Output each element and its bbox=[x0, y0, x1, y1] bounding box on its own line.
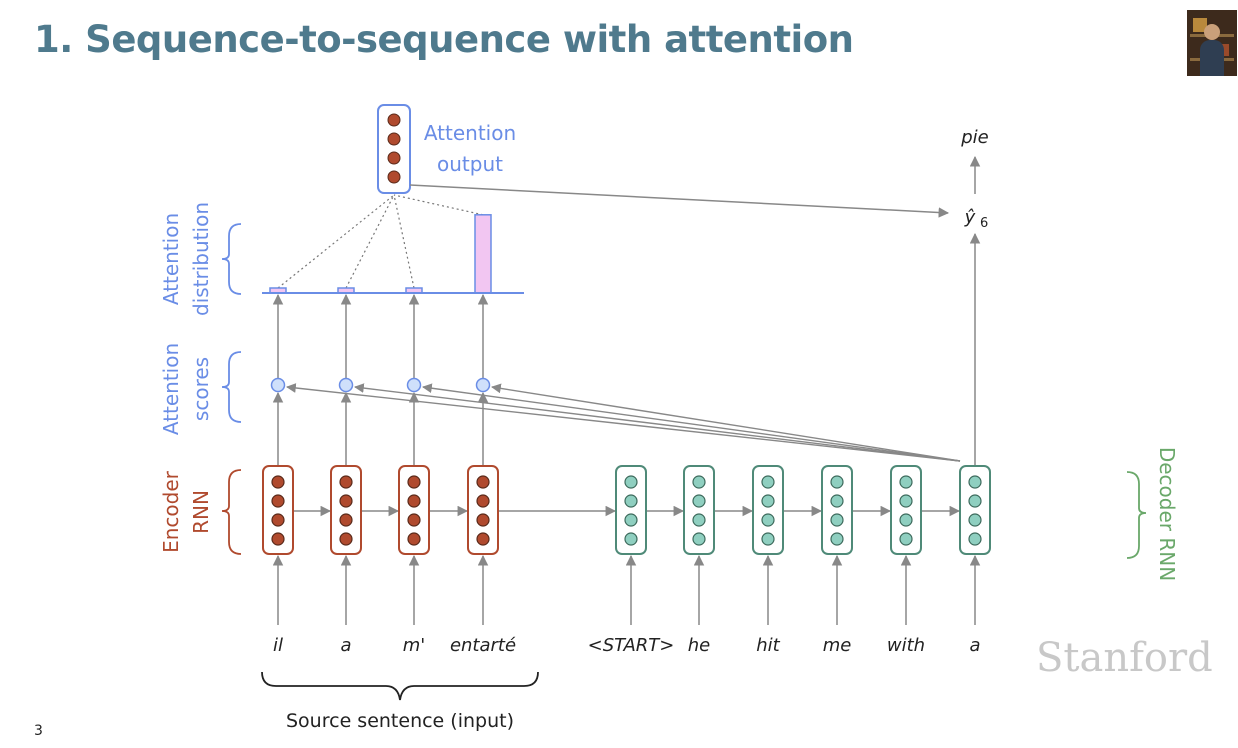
attention-output-label-line1: Attention bbox=[424, 121, 516, 145]
decoder-input-word: hit bbox=[756, 635, 780, 656]
encoder-hidden-state-unit bbox=[339, 494, 353, 508]
encoder-hidden-state-unit bbox=[476, 513, 490, 527]
decoder-hidden-state bbox=[615, 465, 647, 555]
encoder-hidden-state-unit bbox=[339, 513, 353, 527]
decoder-hidden-state-unit bbox=[624, 513, 638, 527]
encoder-rnn-label-line2: RNN bbox=[189, 490, 213, 534]
decoder-hidden-state-unit bbox=[692, 494, 706, 508]
attention-output-to-prediction-arrow bbox=[409, 184, 950, 218]
decoder-hidden-state-unit bbox=[761, 475, 775, 489]
decoder-to-score-arrow bbox=[491, 383, 961, 462]
source-word: il bbox=[273, 635, 283, 656]
decoder-hidden-state-unit bbox=[624, 475, 638, 489]
encoder-hidden-state-unit bbox=[271, 475, 285, 489]
attention-distribution-label-line2: distribution bbox=[189, 202, 213, 316]
decoder-hidden-state bbox=[683, 465, 715, 555]
encoder-hidden-state-unit bbox=[476, 475, 490, 489]
attention-output-label-line2: output bbox=[437, 152, 503, 176]
attention-scores-brace bbox=[221, 351, 242, 423]
encoder-hidden-state-unit bbox=[476, 494, 490, 508]
encoder-hidden-state-unit bbox=[476, 532, 490, 546]
decoder-input-word: a bbox=[969, 635, 980, 656]
encoder-hidden-state bbox=[398, 465, 430, 555]
decoder-hidden-state-unit bbox=[968, 475, 982, 489]
decoder-hidden-state-unit bbox=[624, 494, 638, 508]
attention-weighted-sum-line bbox=[393, 194, 415, 289]
source-word: m' bbox=[403, 635, 425, 656]
decoder-hidden-state-unit bbox=[968, 494, 982, 508]
decoder-hidden-state-unit bbox=[692, 475, 706, 489]
output-word-pie: pie bbox=[960, 127, 989, 148]
decoder-to-score-arrow bbox=[354, 383, 961, 462]
prediction-y-hat-6: ŷ 6 bbox=[964, 207, 989, 231]
source-word: entarté bbox=[450, 635, 516, 656]
encoder-hidden-state-unit bbox=[339, 475, 353, 489]
encoder-hidden-state-unit bbox=[271, 513, 285, 527]
decoder-to-score-arrow bbox=[286, 383, 961, 462]
attention-scores-label-line1: Attention bbox=[159, 343, 183, 435]
source-word: a bbox=[340, 635, 351, 656]
decoder-hidden-state-unit bbox=[899, 532, 913, 546]
decoder-hidden-state bbox=[752, 465, 784, 555]
decoder-hidden-state-unit bbox=[968, 532, 982, 546]
decoder-hidden-state-unit bbox=[692, 532, 706, 546]
decoder-hidden-state-unit bbox=[830, 513, 844, 527]
encoder-hidden-state-unit bbox=[271, 532, 285, 546]
page-number: 3 bbox=[34, 723, 43, 739]
attention-score-node bbox=[338, 377, 354, 393]
attention-distribution-label: Attention distribution bbox=[159, 202, 213, 316]
decoder-hidden-state-unit bbox=[761, 532, 775, 546]
encoder-hidden-state-unit bbox=[407, 532, 421, 546]
decoder-input-word: he bbox=[688, 635, 710, 656]
attention-output-vector bbox=[377, 104, 411, 194]
decoder-hidden-state-unit bbox=[899, 475, 913, 489]
decoder-hidden-state-unit bbox=[830, 475, 844, 489]
encoder-rnn-brace bbox=[221, 469, 242, 555]
attention-weight-bar bbox=[474, 214, 492, 294]
decoder-hidden-state-unit bbox=[830, 532, 844, 546]
encoder-hidden-state bbox=[262, 465, 294, 555]
decoder-input-word: with bbox=[887, 635, 925, 656]
decoder-hidden-state bbox=[890, 465, 922, 555]
decoder-to-score-arrow bbox=[422, 383, 961, 462]
attention-score-node bbox=[406, 377, 422, 393]
stanford-logo: Stanford bbox=[1036, 635, 1213, 681]
attention-score-node bbox=[270, 377, 286, 393]
encoder-hidden-state-unit bbox=[271, 494, 285, 508]
attention-distribution-label-line1: Attention bbox=[159, 213, 183, 305]
decoder-hidden-state-unit bbox=[761, 494, 775, 508]
decoder-hidden-state-unit bbox=[899, 513, 913, 527]
decoder-hidden-state bbox=[959, 465, 991, 555]
prediction-symbol: ŷ bbox=[964, 207, 976, 228]
attention-scores-label-line2: scores bbox=[189, 357, 213, 421]
source-sentence-brace bbox=[261, 671, 539, 701]
encoder-rnn-label: Encoder RNN bbox=[159, 470, 213, 553]
attention-weighted-sum-line bbox=[277, 194, 395, 289]
decoder-input-word: <START> bbox=[588, 635, 675, 656]
decoder-hidden-state-unit bbox=[968, 513, 982, 527]
decoder-rnn-brace bbox=[1126, 471, 1147, 559]
encoder-hidden-state-unit bbox=[407, 513, 421, 527]
attention-weighted-sum-line bbox=[345, 194, 395, 289]
decoder-hidden-state-unit bbox=[830, 494, 844, 508]
encoder-hidden-state bbox=[467, 465, 499, 555]
encoder-hidden-state bbox=[330, 465, 362, 555]
decoder-hidden-state-unit bbox=[624, 532, 638, 546]
decoder-hidden-state bbox=[821, 465, 853, 555]
attention-distribution-brace bbox=[221, 223, 242, 295]
encoder-hidden-state-unit bbox=[407, 475, 421, 489]
decoder-hidden-state-unit bbox=[692, 513, 706, 527]
decoder-rnn-label: Decoder RNN bbox=[1155, 447, 1179, 581]
encoder-hidden-state-unit bbox=[407, 494, 421, 508]
attention-scores-label: Attention scores bbox=[159, 343, 213, 435]
source-sentence-label: Source sentence (input) bbox=[286, 710, 514, 732]
attention-score-node bbox=[475, 377, 491, 393]
prediction-subscript: 6 bbox=[980, 216, 988, 231]
decoder-hidden-state-unit bbox=[899, 494, 913, 508]
decoder-hidden-state-unit bbox=[761, 513, 775, 527]
encoder-hidden-state-unit bbox=[339, 532, 353, 546]
attention-weighted-sum-line bbox=[393, 194, 484, 216]
encoder-rnn-label-line1: Encoder bbox=[159, 470, 183, 553]
decoder-input-word: me bbox=[823, 635, 852, 656]
